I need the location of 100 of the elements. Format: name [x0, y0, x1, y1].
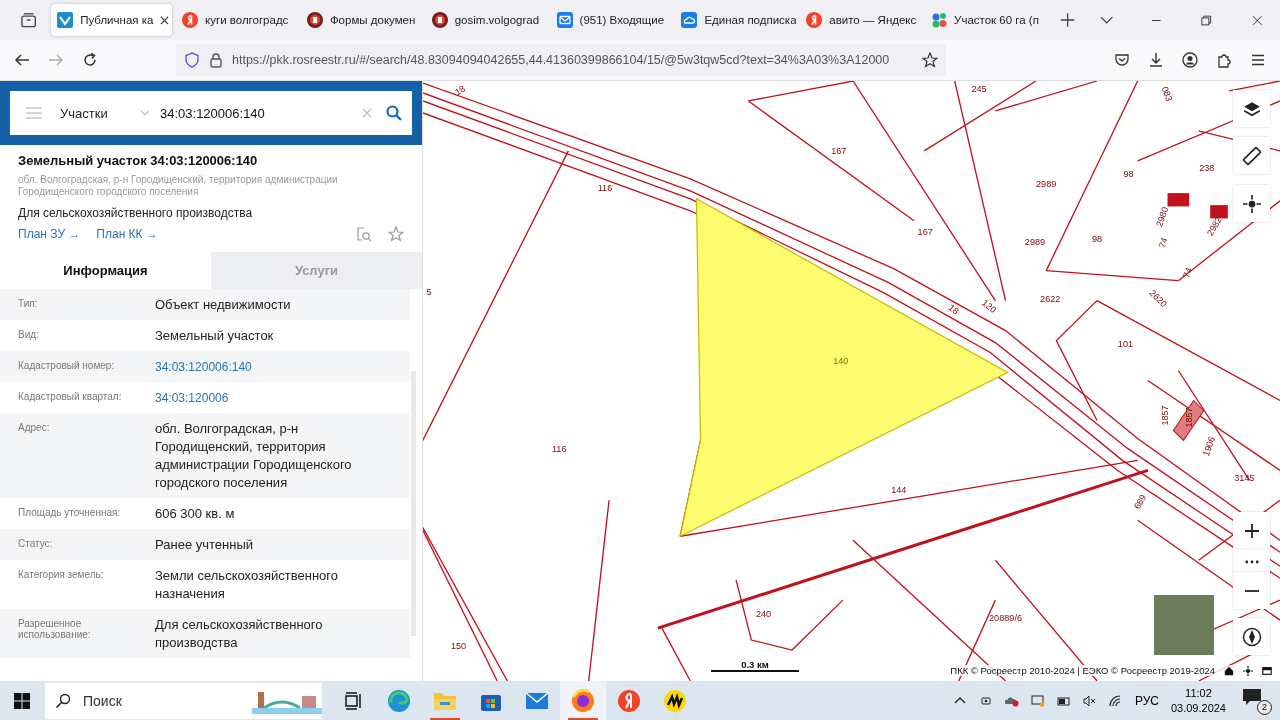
- browser-tab[interactable]: куги волгоградс: [176, 4, 297, 36]
- letter-circle-icon: [182, 12, 199, 28]
- browser-tab[interactable]: Участок 60 га (п: [925, 4, 1046, 36]
- plot-number: 98: [1123, 168, 1134, 179]
- field-label: Кадастровый номер:: [18, 359, 116, 373]
- plot-number: 116: [597, 182, 613, 193]
- message-icon: [1242, 687, 1262, 706]
- browser-tab[interactable]: Формы докумен: [300, 4, 422, 36]
- ruler-button[interactable]: [1233, 137, 1270, 174]
- reload-icon[interactable]: [82, 52, 98, 68]
- browser-tab[interactable]: gosim.volgograd: [425, 4, 547, 36]
- music-logo-icon: [663, 688, 687, 713]
- clock[interactable]: 11:02 03.09.2024: [1170, 687, 1226, 714]
- field-label: Вид:: [18, 328, 40, 342]
- home-icon[interactable]: [1224, 665, 1234, 676]
- task-view-icon: [343, 690, 363, 711]
- back-arrow-icon[interactable]: [14, 52, 30, 68]
- plot-number: 2989: [1036, 178, 1057, 189]
- tab-overview-icon[interactable]: [20, 11, 38, 29]
- tab-title: Публичная ка: [80, 14, 154, 26]
- field-value: обл. Волгоградская, р-н Городищенский, территория администрации Городищенского городского поселения: [155, 420, 353, 492]
- star-icon[interactable]: [922, 52, 938, 68]
- plot-number: 18: [453, 83, 468, 98]
- search-icon: [55, 692, 71, 709]
- zoom-in-button[interactable]: [1233, 512, 1270, 549]
- field-link[interactable]: 34:03:120006:140: [155, 358, 380, 376]
- document-search-icon[interactable]: [356, 226, 372, 242]
- plot-number: 2989: [1024, 236, 1046, 247]
- clock-time: 11:02: [1185, 687, 1212, 699]
- notification-count: 2: [1257, 699, 1272, 715]
- field-link[interactable]: 34:03:120006: [155, 389, 380, 407]
- category-dropdown[interactable]: Участки: [60, 105, 130, 121]
- selected-parcel-shape[interactable]: [679, 197, 1009, 538]
- tab-title: (951) Входящие: [579, 14, 666, 26]
- building-shape: [1172, 399, 1205, 442]
- tab-title: куги волгоградс: [205, 14, 290, 26]
- parcel-usage: Для сельскохозяйственного производства: [18, 206, 254, 220]
- plot-number: 1857: [1183, 407, 1194, 428]
- address-bar[interactable]: https://pkk.rosreestr.ru/#/search/48.83094094042655,44.41360399866104/15/@5w3tqw5cd?text=34%3A03%3A12000: [176, 44, 946, 76]
- search-query: 34:03:120006:140: [160, 105, 266, 121]
- plot-number: 144: [891, 485, 907, 496]
- plot-number: 5: [426, 286, 432, 297]
- shield-icon: [184, 52, 200, 68]
- plot-number: 74: [1156, 236, 1170, 250]
- plot-number: 2622: [1040, 293, 1061, 304]
- windows-start-icon[interactable]: [14, 692, 30, 709]
- tab-title: авито — Яндекс: [829, 14, 917, 26]
- locate-button[interactable]: [1233, 185, 1270, 222]
- browser-tab[interactable]: (951) Входящие: [550, 4, 672, 36]
- download-icon[interactable]: [1148, 52, 1164, 68]
- field-value: Для сельскохозяйственного производства: [155, 616, 324, 652]
- taskbar-search-field[interactable]: Поиск: [45, 682, 322, 719]
- plan-link[interactable]: План ЗУ →: [18, 227, 81, 241]
- crosshair-icon[interactable]: [1243, 665, 1253, 676]
- satellite-thumbnail[interactable]: [1154, 595, 1214, 655]
- field-value: Земельный участок: [155, 327, 275, 345]
- search-icon[interactable]: [386, 105, 402, 121]
- wifi-icon[interactable]: [1108, 694, 1123, 707]
- plot-number: 116: [551, 444, 567, 455]
- battery-icon[interactable]: [1056, 694, 1071, 707]
- account-icon[interactable]: [1182, 52, 1198, 68]
- compass-icon: [1241, 626, 1262, 647]
- site-icon: [57, 12, 74, 28]
- compass-button[interactable]: [1233, 618, 1270, 655]
- notifications-button[interactable]: 2: [1242, 687, 1270, 714]
- window-icon[interactable]: [1262, 665, 1272, 676]
- menu-icon[interactable]: [1250, 52, 1266, 68]
- speaker-muted-icon[interactable]: [1082, 694, 1097, 707]
- plus-icon: [1243, 522, 1260, 539]
- plot-number: 3145: [1234, 473, 1255, 484]
- webcam-icon[interactable]: [978, 694, 993, 707]
- plot-number: 1857: [1160, 405, 1171, 426]
- browser-tab[interactable]: авито — Яндекс: [800, 4, 922, 36]
- url-text: https://pkk.rosreestr.ru/#/search/48.83094094042655,44.41360399866104/15/@5w3tqw5cd?text=34%3A03%3A12000: [232, 53, 891, 67]
- field-value: 606 300 кв. м: [155, 505, 236, 523]
- envelope-icon: [556, 12, 573, 28]
- layers-button[interactable]: [1233, 90, 1270, 127]
- field-label: Разрешенное использование:: [18, 617, 92, 642]
- pocket-icon[interactable]: [1114, 52, 1130, 68]
- field-value: Земли сельскохозяйственного назначения: [155, 567, 339, 603]
- cloud-icon: [681, 12, 698, 28]
- input-language[interactable]: РУС: [1134, 693, 1159, 708]
- restore-icon[interactable]: [1201, 14, 1212, 26]
- puzzle-icon[interactable]: [1216, 52, 1232, 68]
- more-dots-icon: [1244, 559, 1259, 564]
- padlock-icon: [208, 52, 224, 68]
- field-label: Кадастровый квартал:: [18, 390, 123, 404]
- plot-number: 083: [1159, 85, 1175, 103]
- plot-number: 167: [831, 145, 847, 156]
- parcel-address: обл. Волгоградская, р-н Городищенский, территория администрации Городищенского городского поселения: [18, 174, 339, 198]
- browser-tab[interactable]: Публичная ка: [51, 4, 173, 36]
- new-tab-plus-icon[interactable]: [1059, 12, 1076, 28]
- close-icon[interactable]: [160, 15, 170, 25]
- field-value: Ранее учтенный: [155, 536, 254, 554]
- star-icon[interactable]: [388, 226, 404, 242]
- search-field[interactable]: Участки 34:03:120006:140: [10, 91, 412, 135]
- plan-link[interactable]: План КК →: [96, 227, 158, 241]
- browser-tab[interactable]: Единая подписка: [675, 4, 797, 36]
- plot-number: 120: [980, 297, 999, 315]
- monitor-icon[interactable]: [1030, 694, 1045, 707]
